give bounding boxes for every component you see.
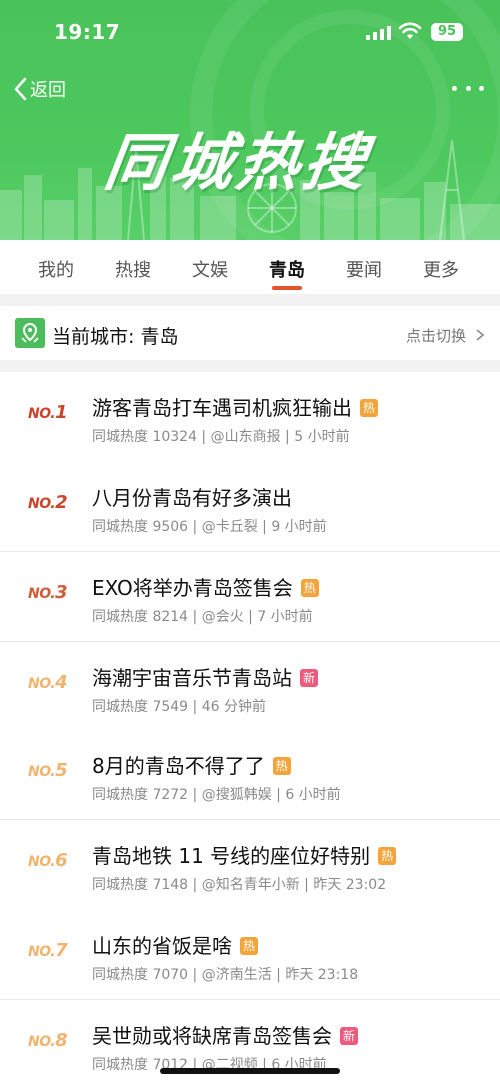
more-options-button[interactable]: [448, 76, 488, 100]
tab-entertainment[interactable]: 文娱: [192, 256, 228, 282]
item-title-text: 青岛地铁 11 号线的座位好特别: [92, 844, 371, 868]
rank-label: NO.5: [28, 760, 68, 781]
list-item[interactable]: NO.3 EXO将举办青岛签售会热 同城热度 8214 | @会火 | 7 小时…: [0, 552, 500, 642]
rank-number: 8: [55, 1030, 68, 1051]
banner-title: 同城热搜: [100, 126, 375, 199]
rank-prefix: NO.: [28, 496, 56, 512]
rank-label: NO.8: [28, 1030, 68, 1051]
item-title-text: 吴世勋或将缺席青岛签售会: [92, 1024, 332, 1048]
item-title-text: 游客青岛打车遇司机疯狂输出: [92, 396, 352, 420]
more-dot-icon: [479, 85, 484, 91]
active-tab-indicator: [272, 286, 302, 290]
item-title: 海潮宇宙音乐节青岛站新: [92, 662, 318, 691]
rank-prefix: NO.: [28, 406, 56, 422]
section-divider: [0, 294, 500, 306]
item-title-text: 八月份青岛有好多演出: [92, 486, 292, 510]
rank-label: NO.4: [28, 672, 68, 693]
rank-label: NO.6: [28, 850, 68, 871]
rank-prefix: NO.: [28, 854, 56, 870]
more-dot-icon: [465, 85, 471, 91]
switch-city-label: 点击切换: [406, 327, 467, 345]
rank-number: 6: [55, 850, 68, 871]
chevron-right-icon: [476, 329, 485, 341]
rank-label: NO.2: [28, 492, 68, 513]
tab-qingdao[interactable]: 青岛: [269, 256, 305, 282]
item-title-text: EXO将举办青岛签售会: [92, 576, 293, 600]
current-city-label: 当前城市: 青岛: [52, 326, 179, 348]
list-item[interactable]: NO.4 海潮宇宙音乐节青岛站新 同城热度 7549 | 46 分钟前: [0, 642, 500, 732]
item-meta: 同城热度 7148 | @知名青年小新 | 昨天 23:02: [92, 877, 387, 893]
tab-mine[interactable]: 我的: [38, 256, 74, 282]
location-pin-icon: [15, 318, 45, 348]
hot-badge: 热: [360, 399, 378, 417]
status-bar: 19:17 95: [0, 0, 500, 64]
hot-badge: 热: [240, 937, 258, 955]
item-title: 游客青岛打车遇司机疯狂输出热: [92, 392, 378, 421]
new-badge: 新: [340, 1027, 358, 1045]
rank-number: 1: [55, 402, 68, 423]
item-title: 吴世勋或将缺席青岛签售会新: [92, 1020, 358, 1049]
item-title: 八月份青岛有好多演出: [92, 482, 292, 511]
chevron-left-icon: [14, 77, 27, 101]
item-title: 青岛地铁 11 号线的座位好特别热: [92, 840, 397, 869]
list-item[interactable]: NO.7 山东的省饭是啥热 同城热度 7070 | @济南生活 | 昨天 23:…: [0, 910, 500, 1000]
rank-prefix: NO.: [28, 676, 56, 692]
tab-headlines[interactable]: 要闻: [346, 256, 382, 282]
list-item[interactable]: NO.1 游客青岛打车遇司机疯狂输出热 同城热度 10324 | @山东商报 |…: [0, 372, 500, 462]
back-button[interactable]: 返回: [12, 74, 66, 104]
rank-label: NO.1: [28, 402, 68, 423]
status-time: 19:17: [54, 20, 121, 44]
item-meta: 同城热度 7549 | 46 分钟前: [92, 699, 266, 715]
list-item[interactable]: NO.6 青岛地铁 11 号线的座位好特别热 同城热度 7148 | @知名青年…: [0, 820, 500, 910]
item-title-text: 8月的青岛不得了了: [92, 754, 265, 778]
item-title: 8月的青岛不得了了热: [92, 750, 291, 779]
home-indicator[interactable]: [160, 1068, 340, 1074]
hot-badge: 热: [378, 847, 397, 865]
list-item[interactable]: NO.5 8月的青岛不得了了热 同城热度 7272 | @搜狐韩娱 | 6 小时…: [0, 730, 500, 820]
item-title-text: 海潮宇宙音乐节青岛站: [92, 666, 292, 690]
item-title-text: 山东的省饭是啥: [92, 934, 232, 958]
rank-number: 4: [55, 672, 68, 693]
rank-number: 2: [55, 492, 68, 513]
hot-badge: 热: [272, 757, 291, 775]
rank-label: NO.7: [28, 940, 68, 961]
item-meta: 同城热度 8214 | @会火 | 7 小时前: [92, 609, 313, 625]
item-title: 山东的省饭是啥热: [92, 930, 258, 959]
tab-hot-search[interactable]: 热搜: [115, 256, 151, 282]
item-meta: 同城热度 10324 | @山东商报 | 5 小时前: [92, 429, 350, 445]
more-dot-icon: [452, 85, 457, 91]
section-divider: [0, 360, 500, 372]
cellular-signal-icon: [366, 26, 391, 40]
rank-prefix: NO.: [28, 944, 56, 960]
rank-prefix: NO.: [28, 764, 56, 780]
item-meta: 同城热度 7272 | @搜狐韩娱 | 6 小时前: [92, 787, 341, 803]
category-tabs: 我的 热搜 文娱 青岛 要闻 更多: [0, 240, 500, 294]
item-meta: 同城热度 7070 | @济南生活 | 昨天 23:18: [92, 967, 359, 983]
header-banner: 19:17 95 返回 同城热搜: [0, 0, 500, 240]
rank-number: 3: [55, 582, 68, 603]
back-label: 返回: [30, 80, 66, 101]
rank-prefix: NO.: [28, 586, 56, 602]
item-meta: 同城热度 9506 | @卡丘裂 | 9 小时前: [92, 519, 327, 535]
tab-more[interactable]: 更多: [423, 256, 459, 282]
rank-prefix: NO.: [28, 1034, 56, 1050]
switch-city-button[interactable]: 点击切换: [406, 325, 485, 346]
hot-badge: 热: [300, 579, 319, 597]
rank-number: 5: [55, 760, 68, 781]
rank-number: 7: [55, 940, 68, 961]
rank-label: NO.3: [28, 582, 68, 603]
city-bar: 当前城市: 青岛 点击切换: [0, 306, 500, 360]
battery-icon: 95: [431, 23, 463, 41]
list-item[interactable]: NO.2 八月份青岛有好多演出 同城热度 9506 | @卡丘裂 | 9 小时前: [0, 462, 500, 552]
wifi-icon: [398, 22, 422, 39]
new-badge: 新: [300, 669, 318, 687]
item-title: EXO将举办青岛签售会热: [92, 572, 319, 601]
